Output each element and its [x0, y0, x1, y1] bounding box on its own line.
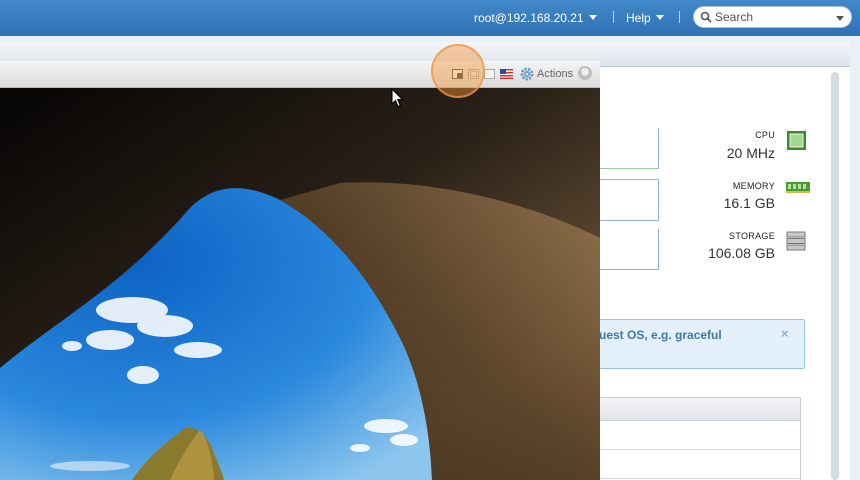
help-menu[interactable]: Help [626, 11, 664, 25]
memory-value: 16.1 GB [723, 195, 775, 211]
keyboard-layout-flag-icon[interactable] [500, 69, 513, 79]
storage-value: 106.08 GB [708, 245, 775, 261]
alert-message: uest OS, e.g. graceful [599, 328, 722, 342]
storage-chart [590, 229, 659, 270]
top-header: root@192.168.20.21 Help [0, 0, 860, 36]
console-toolbar: Actions ⊗ [0, 61, 600, 88]
search-dropdown-icon[interactable] [836, 16, 844, 21]
user-menu-label: root@192.168.20.21 [474, 11, 584, 25]
search-icon [700, 11, 712, 23]
actions-menu[interactable]: Actions [537, 68, 573, 80]
close-console-button[interactable]: ⊗ [578, 66, 592, 80]
vm-console-window: Actions ⊗ [0, 61, 600, 480]
cpu-icon [787, 131, 806, 150]
cpu-value: 20 MHz [726, 145, 775, 161]
memory-label: MEMORY [732, 181, 775, 191]
cpu-label: CPU [755, 130, 775, 140]
gear-icon[interactable] [520, 67, 534, 81]
chevron-down-icon [588, 15, 597, 20]
table-row[interactable] [589, 450, 800, 479]
desktop-wallpaper [0, 88, 600, 480]
storage-icon [786, 231, 806, 251]
storage-label: STORAGE [729, 231, 775, 241]
table-header [589, 398, 800, 421]
header-divider [613, 11, 614, 23]
help-menu-label: Help [626, 11, 651, 25]
scrollbar[interactable] [831, 72, 839, 480]
user-menu[interactable]: root@192.168.20.21 [474, 11, 597, 25]
search-input[interactable] [715, 9, 827, 25]
memory-chart [590, 179, 659, 221]
search-box[interactable] [693, 6, 852, 28]
header-divider [679, 11, 680, 23]
info-alert: uest OS, e.g. graceful × [588, 319, 805, 369]
memory-icon [786, 182, 810, 193]
alert-close-button[interactable]: × [781, 326, 789, 341]
fit-window-icon[interactable] [468, 69, 479, 79]
chevron-down-icon [655, 15, 664, 20]
restore-window-icon[interactable] [452, 69, 463, 79]
fullscreen-icon[interactable] [484, 69, 495, 79]
cpu-chart [590, 128, 659, 169]
table-row[interactable] [589, 421, 800, 450]
details-table [588, 397, 801, 480]
console-screen[interactable] [0, 88, 600, 480]
